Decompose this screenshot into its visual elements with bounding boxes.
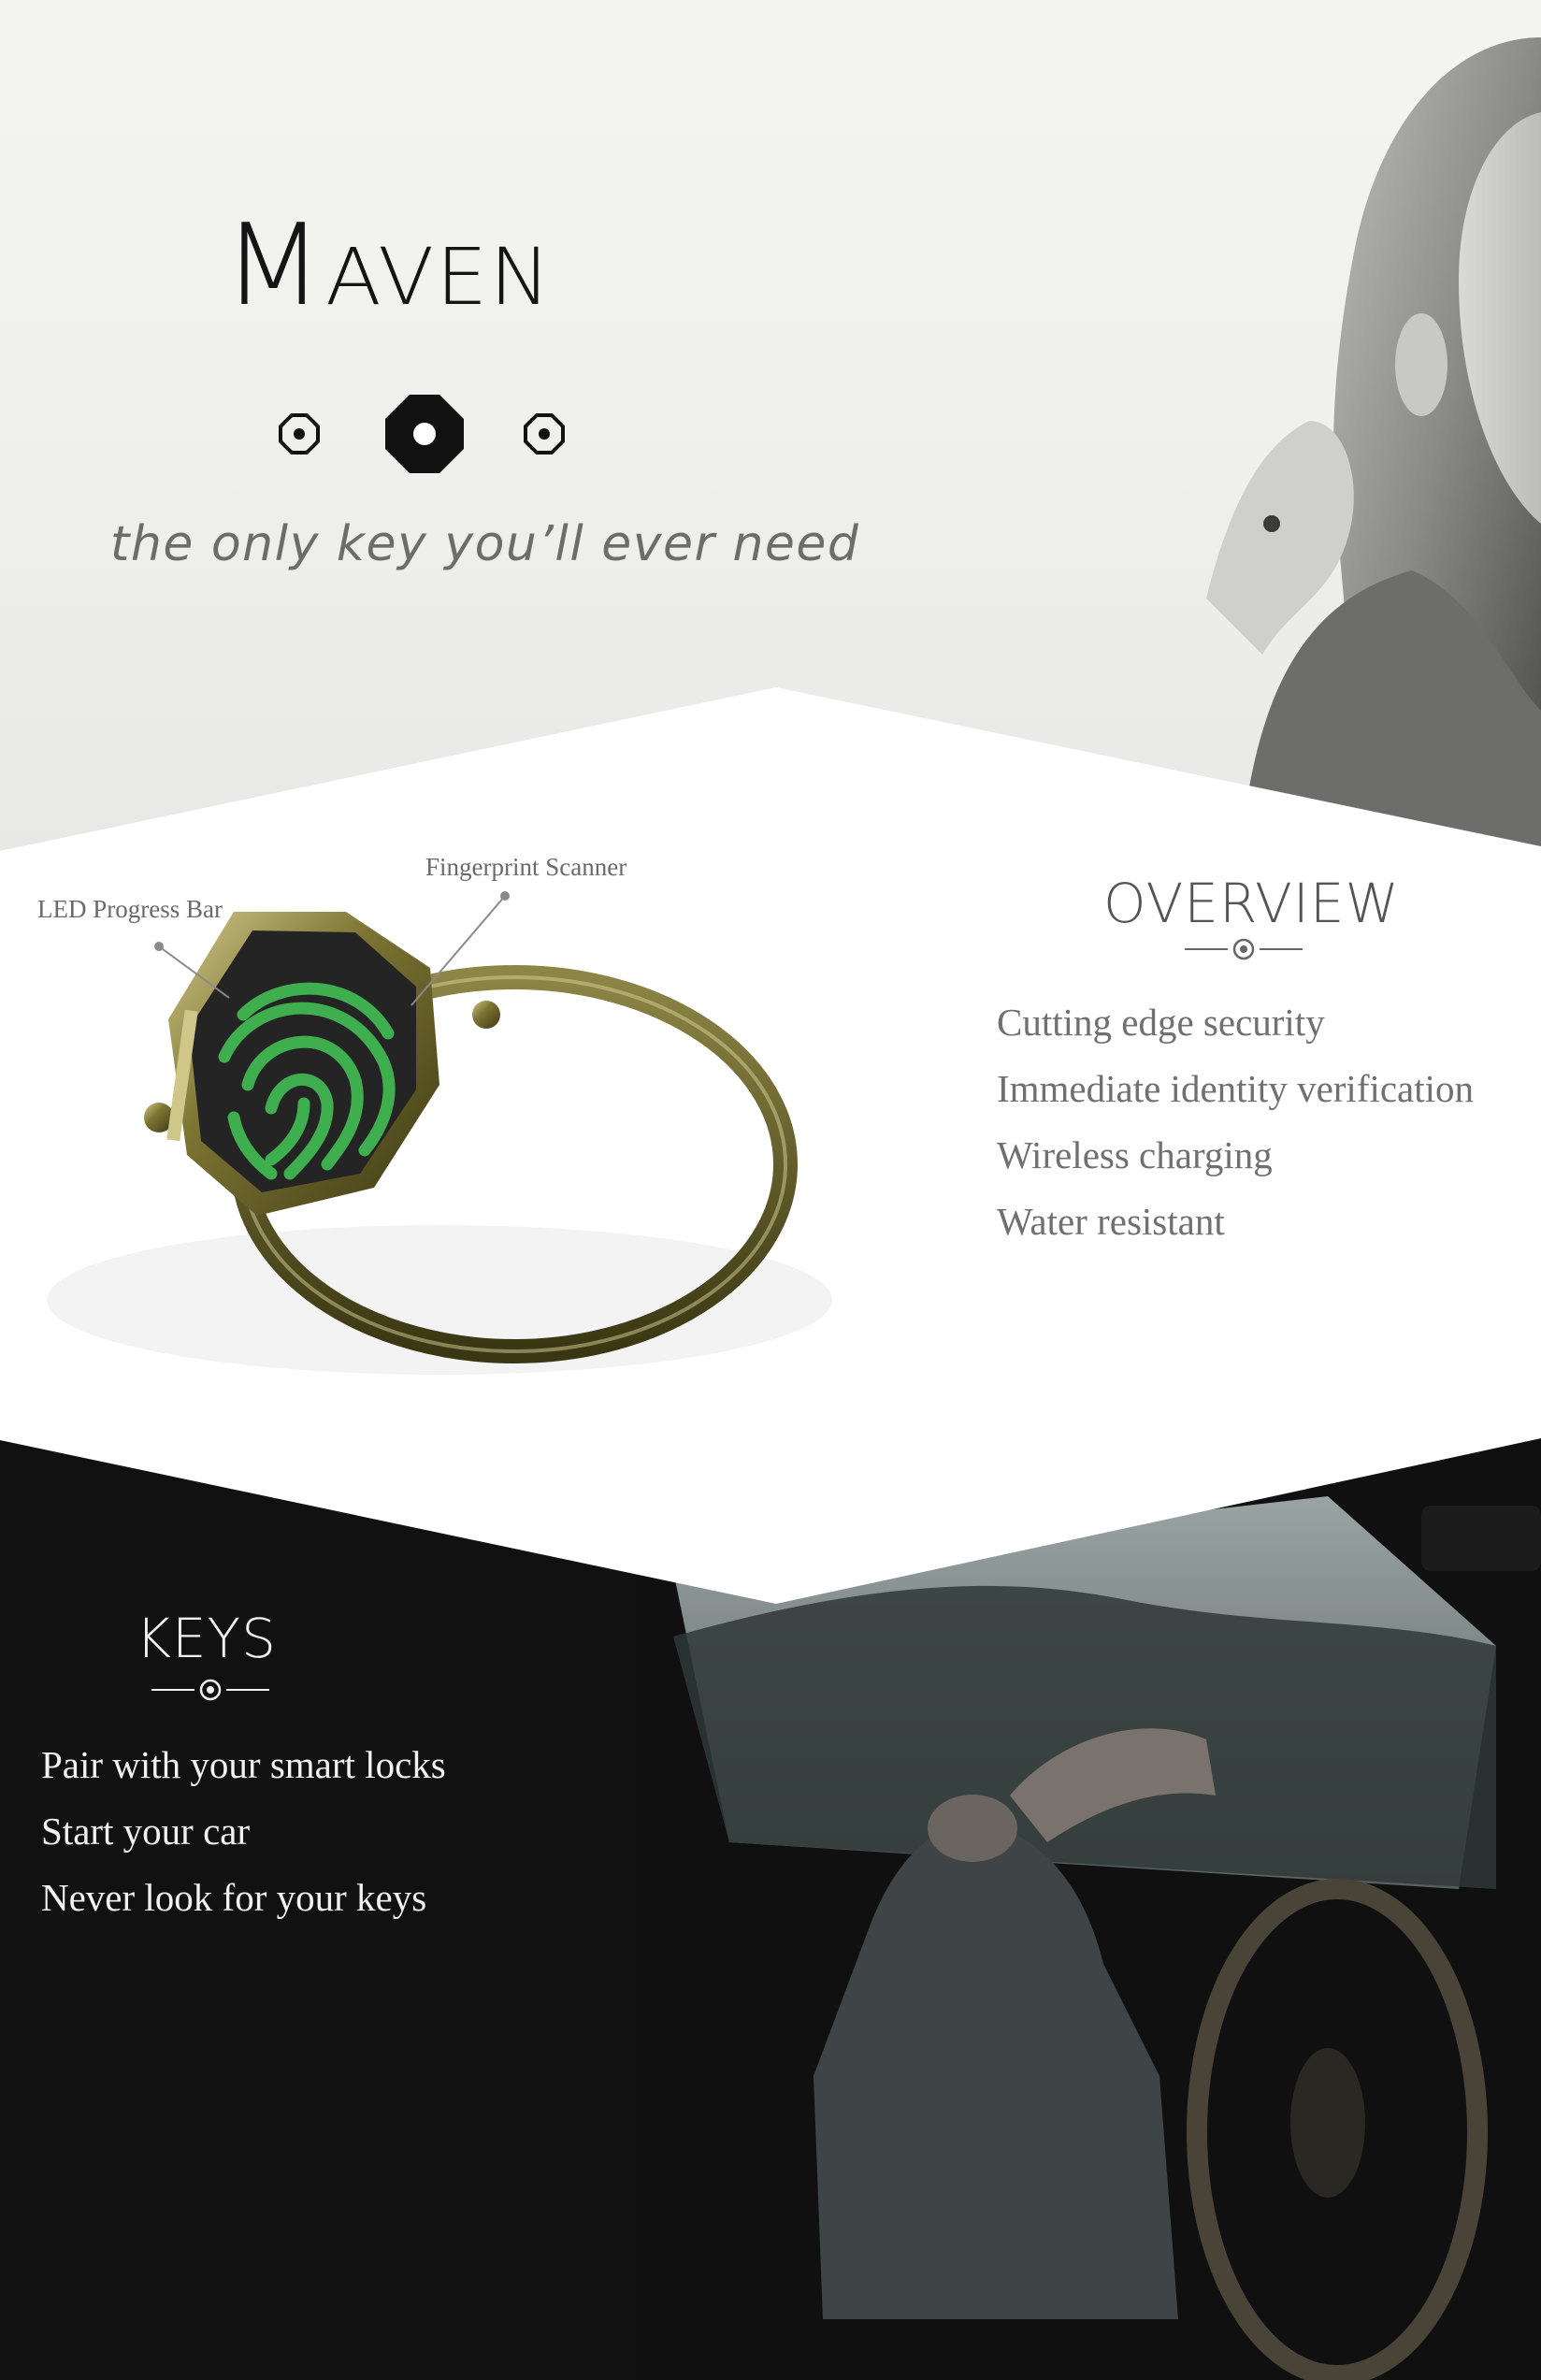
divider-icon <box>151 1679 269 1701</box>
list-item: Never look for your keys <box>41 1876 427 1919</box>
list-item: Wireless charging <box>997 1133 1273 1176</box>
led-progress-bar-label: LED Progress Bar <box>37 895 223 923</box>
overview-feature-list: Cutting edge security Immediate identity… <box>997 989 1474 1255</box>
fingerprint-scanner-label: Fingerprint Scanner <box>425 853 627 881</box>
list-item: Immediate identity verification <box>997 1067 1475 1110</box>
list-item: Cutting edge security <box>997 1001 1325 1044</box>
keys-heading: KEYS <box>136 1607 277 1670</box>
list-item: Pair with your smart locks <box>41 1743 446 1786</box>
list-item: Start your car <box>41 1810 251 1853</box>
divider-icon <box>1185 938 1303 960</box>
keys-feature-list: Pair with your smart locks Start your ca… <box>41 1732 446 1931</box>
list-item: Water resistant <box>997 1200 1225 1243</box>
overview-heading: OVERVIEW <box>1103 872 1400 935</box>
